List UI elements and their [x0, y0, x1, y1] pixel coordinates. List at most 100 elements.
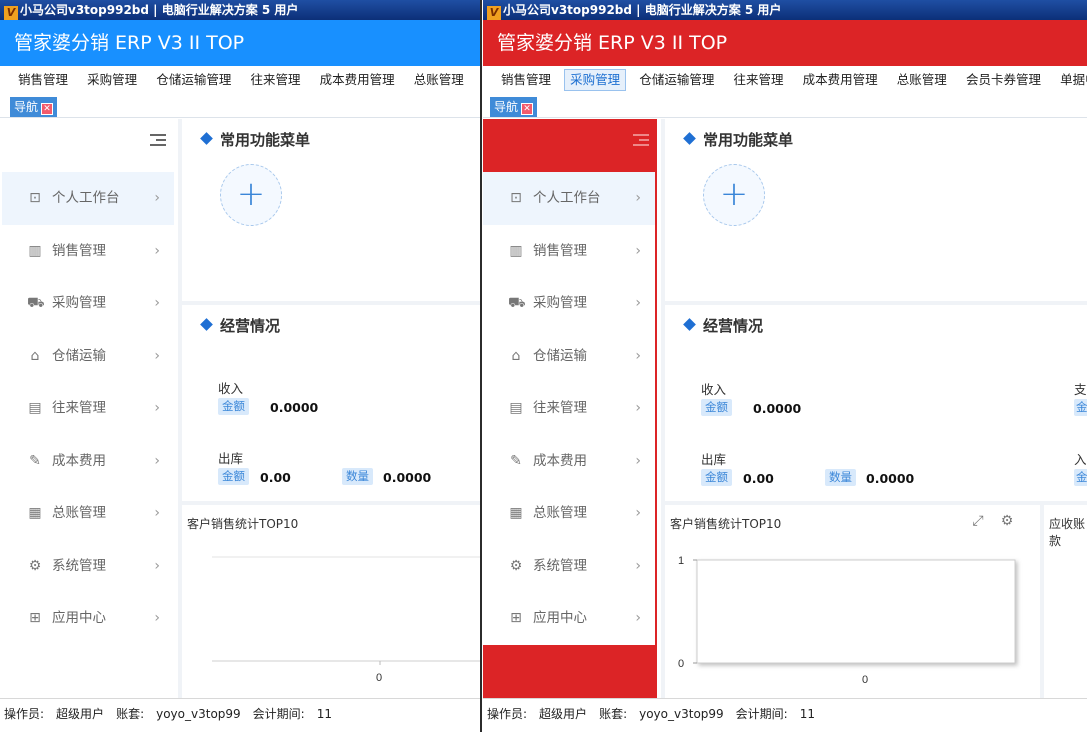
sidebar-list: ⊡ 个人工作台 › ▥ 销售管理 › ⛟ 采购管理 › ⌂ 仓储运输 › ▤ 往来管理 › ✎ 成本费… [483, 172, 655, 645]
window-title-bar[interactable]: V 小马公司v3top992bd | 电脑行业解决方案 5 用户 [483, 0, 1087, 20]
menu-fold-icon[interactable] [633, 133, 649, 147]
menu-fold-icon[interactable] [150, 133, 166, 147]
bar-chart-icon: ▥ [28, 242, 42, 259]
sidebar-item-sales[interactable]: ▥ 销售管理 › [2, 225, 174, 278]
outbound-label: 出库 [701, 452, 727, 467]
sidebar-item-workbench[interactable]: ⊡ 个人工作台 › [483, 172, 655, 225]
tab-nav[interactable]: 导航 ✕ [490, 97, 538, 117]
menu-cost[interactable]: 成本费用管理 [314, 69, 401, 91]
amount-tag: 金额 [701, 469, 732, 486]
chevron-right-icon: › [635, 400, 641, 416]
menu-sales[interactable]: 销售管理 [12, 69, 74, 91]
sidebar-item-system[interactable]: ⚙ 系统管理 › [2, 540, 174, 593]
menu-ledger[interactable]: 总账管理 [891, 69, 953, 91]
operator-value: 超级用户 [56, 707, 105, 721]
sidebar-item-ledger[interactable]: ▦ 总账管理 › [483, 487, 655, 540]
chevron-right-icon: › [154, 242, 160, 259]
chevron-right-icon: › [635, 610, 641, 626]
amount-tag: 金额 [218, 468, 249, 485]
menu-member[interactable]: 会员卡券管理 [960, 69, 1047, 91]
document-icon: ▤ [28, 400, 42, 416]
sidebar-item-system[interactable]: ⚙ 系统管理 › [483, 540, 655, 593]
sidebar-item-label: 采购管理 [52, 295, 106, 311]
quantity-tag: 数量 [825, 469, 856, 486]
menu-accounts[interactable]: 往来管理 [244, 69, 306, 91]
menu-cost[interactable]: 成本费用管理 [797, 69, 884, 91]
app-header: 管家婆分销 ERP V3 II TOP [0, 20, 480, 66]
warehouse-icon: ⌂ [511, 347, 521, 364]
sidebar-item-accounts[interactable]: ▤ 往来管理 › [483, 382, 655, 435]
period-label: 会计期间: [252, 707, 305, 721]
chevron-right-icon: › [154, 190, 160, 206]
menu-ledger[interactable]: 总账管理 [408, 69, 470, 91]
tab-nav-label: 导航 [494, 100, 519, 114]
sidebar-item-label: 系统管理 [52, 557, 106, 574]
menu-purchase[interactable]: 采购管理 [564, 69, 627, 91]
menu-sales[interactable]: 销售管理 [495, 69, 557, 91]
cart-icon: ⛟ [508, 295, 526, 311]
close-icon[interactable]: ✕ [521, 103, 534, 115]
customer-chart-panel: 客户销售统计TOP10 0 [182, 505, 480, 698]
quick-menu-title: 常用功能菜单 [683, 129, 793, 150]
chevron-right-icon: › [635, 452, 641, 469]
document-icon: ▤ [509, 400, 523, 416]
sidebar: ⊡ 个人工作台 › ▥ 销售管理 › ⛟ 采购管理 › ⌂ 仓储运输 › ▤ 往来管理 › ✎ 成本费… [483, 119, 657, 698]
apps-icon: ⊞ [510, 610, 522, 626]
sidebar-item-apps[interactable]: ⊞ 应用中心 › [2, 592, 174, 645]
chevron-right-icon: › [154, 452, 160, 469]
sidebar-list: ⊡ 个人工作台 › ▥ 销售管理 › ⛟ 采购管理 › ⌂ 仓储运输 › ▤ 往来管理 › ✎ 成本费… [2, 172, 174, 645]
amount-tag-cut: 金 [1074, 469, 1087, 486]
sidebar-item-label: 总账管理 [533, 505, 587, 521]
income-amount: 0.0000 [753, 401, 802, 416]
sidebar-item-workbench[interactable]: ⊡ 个人工作台 › [2, 172, 174, 225]
period-value: 11 [316, 707, 332, 721]
app-title: 管家婆分销 ERP V3 II TOP [14, 32, 245, 54]
window-title-text: 小马公司v3top992bd | 电脑行业解决方案 5 用户 [20, 3, 299, 17]
app-title: 管家婆分销 ERP V3 II TOP [497, 32, 728, 54]
window-title-bar[interactable]: V 小马公司v3top992bd | 电脑行业解决方案 5 用户 [0, 0, 480, 20]
x-tick-label: 0 [376, 672, 382, 684]
chevron-right-icon: › [635, 295, 641, 311]
y-tick-label: 0 [678, 658, 684, 670]
add-shortcut-button[interactable]: + [220, 164, 282, 226]
sidebar-item-cost[interactable]: ✎ 成本费用 › [483, 435, 655, 488]
sidebar-item-warehouse[interactable]: ⌂ 仓储运输 › [2, 330, 174, 383]
customer-chart-panel: 客户销售统计TOP10 ⤢ ⚙ 1 0 0 [665, 505, 1040, 698]
main-content: 常用功能菜单 + 经营情况 收入 金额 0.0000 出库 金额 0.00 数量… [661, 119, 1087, 698]
sidebar-item-apps[interactable]: ⊞ 应用中心 › [483, 592, 655, 645]
sidebar-item-warehouse[interactable]: ⌂ 仓储运输 › [483, 330, 655, 383]
sidebar-item-sales[interactable]: ▥ 销售管理 › [483, 225, 655, 278]
menu-warehouse[interactable]: 仓储运输管理 [150, 69, 237, 91]
chevron-right-icon: › [154, 400, 160, 416]
menu-documents[interactable]: 单据中心 [1054, 69, 1087, 91]
window-title-text: 小马公司v3top992bd | 电脑行业解决方案 5 用户 [503, 3, 782, 17]
y-tick-label: 1 [678, 555, 684, 567]
sidebar-item-label: 销售管理 [52, 242, 106, 259]
sidebar-item-cost[interactable]: ✎ 成本费用 › [2, 435, 174, 488]
amount-tag-cut: 金 [1074, 399, 1087, 416]
sidebar-item-ledger[interactable]: ▦ 总账管理 › [2, 487, 174, 540]
top-menu-bar: 销售管理 采购管理 仓储运输管理 往来管理 成本费用管理 总账管理 会员 [0, 66, 480, 94]
main-content: 常用功能菜单 + 经营情况 收入 金额 0.0000 出库 金额 0.00 数量… [178, 119, 480, 698]
add-shortcut-button[interactable]: + [703, 164, 765, 226]
period-value: 11 [799, 707, 815, 721]
ledger-icon: ▦ [509, 505, 523, 521]
business-title: 经营情况 [200, 315, 280, 336]
quantity-tag: 数量 [342, 468, 373, 485]
menu-purchase[interactable]: 采购管理 [81, 69, 143, 91]
amount-tag: 金额 [701, 399, 732, 416]
menu-member[interactable]: 会员 [477, 69, 480, 91]
sidebar-item-label: 个人工作台 [533, 190, 601, 206]
chevron-right-icon: › [154, 295, 160, 311]
tab-nav[interactable]: 导航 ✕ [10, 97, 58, 117]
gear-icon: ⚙ [509, 557, 523, 574]
sidebar-item-purchase[interactable]: ⛟ 采购管理 › [483, 277, 655, 330]
menu-accounts[interactable]: 往来管理 [727, 69, 789, 91]
operator-label: 操作员: [487, 707, 528, 721]
sidebar-item-purchase[interactable]: ⛟ 采购管理 › [2, 277, 174, 330]
quick-menu-title: 常用功能菜单 [200, 129, 310, 150]
close-icon[interactable]: ✕ [41, 103, 54, 115]
sidebar-item-accounts[interactable]: ▤ 往来管理 › [2, 382, 174, 435]
menu-warehouse[interactable]: 仓储运输管理 [633, 69, 720, 91]
chevron-right-icon: › [635, 190, 641, 206]
